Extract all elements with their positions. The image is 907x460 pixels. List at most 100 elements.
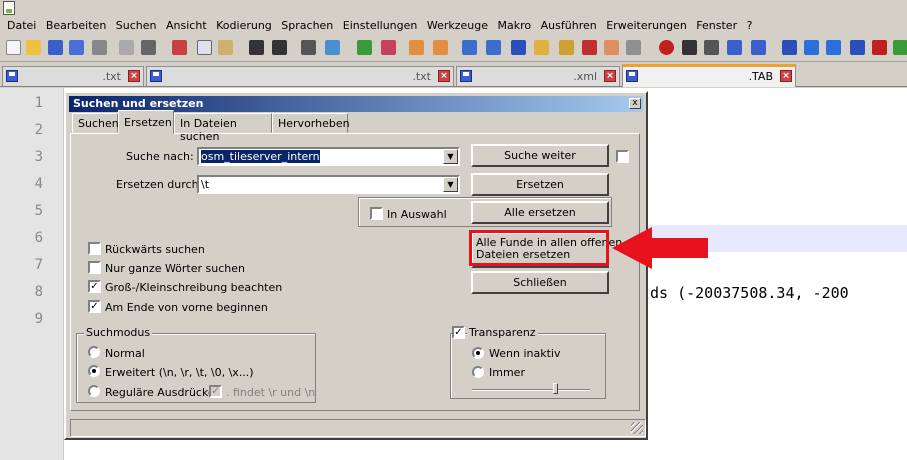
menu-einstellungen[interactable]: Einstellungen — [340, 17, 421, 34]
code-text: ds (-20037508.34, -200 — [650, 284, 849, 302]
menu-bearbeiten[interactable]: Bearbeiten — [43, 17, 109, 34]
search-mode-normal-radio[interactable] — [88, 346, 100, 358]
find-next-button[interactable]: Suche weiter — [471, 144, 609, 167]
zoom-in-icon[interactable] — [357, 40, 372, 55]
transparency-slider-thumb[interactable] — [553, 383, 558, 394]
close-button[interactable]: Schließen — [471, 271, 609, 294]
menu-erweiterungen[interactable]: Erweiterungen — [603, 17, 690, 34]
transparency-title: Transparenz — [467, 326, 538, 339]
menu-suchen[interactable]: Suchen — [113, 17, 160, 34]
document-tab-bar: .txt × .txt × .xml × .TAB × — [0, 62, 907, 87]
stop-macro-icon[interactable] — [682, 40, 697, 55]
tab-hervorheben[interactable]: Hervorheben — [272, 113, 350, 133]
undo-icon[interactable] — [249, 40, 264, 55]
word-wrap-icon[interactable] — [462, 40, 477, 55]
annotation-arrow-shape — [612, 227, 708, 269]
match-case-checkbox[interactable]: ✓ — [88, 280, 101, 293]
replace-combobox[interactable]: \t ▼ — [197, 175, 460, 194]
save-all-icon[interactable] — [69, 40, 84, 55]
menu-ansicht[interactable]: Ansicht — [163, 17, 210, 34]
copy-icon[interactable] — [197, 40, 212, 55]
open-file-icon[interactable] — [26, 40, 41, 55]
dialog-close-icon[interactable]: x — [629, 98, 641, 109]
search-mode-regex-radio[interactable] — [88, 385, 100, 397]
search-mode-regex-label: Reguläre Ausdrücke — [105, 386, 215, 399]
collapse-icon[interactable] — [850, 40, 865, 55]
whole-word-checkbox[interactable] — [88, 261, 101, 274]
show-all-chars-icon[interactable] — [486, 40, 501, 55]
save-macro-icon[interactable] — [751, 40, 766, 55]
menu-sprachen[interactable]: Sprachen — [278, 17, 336, 34]
dot-matches-newline-checkbox[interactable]: ✓ — [209, 385, 222, 398]
auto-spell-icon[interactable] — [893, 40, 907, 55]
indent-guide-icon[interactable] — [511, 40, 526, 55]
document-tab-2[interactable]: .txt × — [146, 66, 454, 86]
chevron-down-icon[interactable]: ▼ — [443, 177, 458, 192]
transparency-inactive-radio[interactable] — [472, 347, 484, 359]
menu-ausfuehren[interactable]: Ausführen — [538, 17, 600, 34]
move-down-icon[interactable] — [826, 40, 841, 55]
replace-icon[interactable] — [325, 40, 340, 55]
record-macro-icon[interactable] — [659, 40, 674, 55]
zoom-out-icon[interactable] — [381, 40, 396, 55]
find-next-option-checkbox[interactable] — [616, 150, 629, 163]
find-combobox[interactable]: osm_tileserver_intern ▼ — [197, 147, 460, 166]
line-number: 1 — [34, 95, 43, 111]
spell-check-icon[interactable] — [872, 40, 887, 55]
replace-all-button[interactable]: Alle ersetzen — [471, 201, 609, 224]
lang-define-icon[interactable] — [534, 40, 549, 55]
close-tab-icon[interactable]: × — [780, 70, 792, 82]
menu-fenster[interactable]: Fenster — [693, 17, 740, 34]
line-number: 9 — [34, 311, 43, 327]
in-selection-checkbox[interactable] — [370, 207, 383, 220]
tab-suchen[interactable]: Suchen — [72, 113, 119, 133]
tab-ersetzen[interactable]: Ersetzen — [118, 110, 174, 134]
close-file-icon[interactable] — [92, 40, 107, 55]
document-tab-1[interactable]: .txt × — [2, 66, 144, 86]
function-list-icon[interactable] — [582, 40, 597, 55]
play-macro-icon[interactable] — [704, 40, 719, 55]
menu-datei[interactable]: Datei — [4, 17, 39, 34]
search-mode-title: Suchmodus — [84, 326, 153, 339]
sort-icon[interactable] — [782, 40, 797, 55]
backward-search-checkbox[interactable] — [88, 242, 101, 255]
whole-word-label: Nur ganze Wörter suchen — [105, 262, 245, 275]
tab-name: .xml — [573, 70, 597, 83]
dialog-title: Suchen und ersetzen — [73, 97, 204, 110]
doc-map-icon[interactable] — [559, 40, 574, 55]
menu-werkzeuge[interactable]: Werkzeuge — [424, 17, 491, 34]
document-tab-4-active[interactable]: .TAB × — [622, 64, 796, 87]
close-tab-icon[interactable]: × — [438, 70, 450, 82]
menu-makro[interactable]: Makro — [495, 17, 535, 34]
document-tab-3[interactable]: .xml × — [456, 66, 620, 86]
cut-icon[interactable] — [172, 40, 187, 55]
monitoring-icon[interactable] — [626, 40, 641, 55]
chevron-down-icon[interactable]: ▼ — [443, 149, 458, 164]
transparency-always-radio[interactable] — [472, 366, 484, 378]
close-tab-icon[interactable]: × — [128, 70, 140, 82]
close-all-icon[interactable] — [119, 40, 134, 55]
transparency-always-label: Immer — [489, 366, 525, 379]
new-file-icon[interactable] — [6, 40, 21, 55]
search-mode-extended-radio[interactable] — [88, 365, 100, 377]
folder-workspace-icon[interactable] — [604, 40, 619, 55]
save-icon[interactable] — [48, 40, 63, 55]
saved-file-icon — [6, 70, 18, 82]
print-icon[interactable] — [141, 40, 156, 55]
transparency-checkbox[interactable]: ✓ — [452, 326, 465, 339]
tab-in-dateien-suchen[interactable]: In Dateien suchen — [174, 113, 272, 143]
move-up-icon[interactable] — [804, 40, 819, 55]
run-macro-multiple-icon[interactable] — [727, 40, 742, 55]
menu-help[interactable]: ? — [744, 17, 756, 34]
wrap-around-checkbox[interactable]: ✓ — [88, 300, 101, 313]
resize-grip-icon[interactable] — [631, 422, 643, 434]
menu-kodierung[interactable]: Kodierung — [213, 17, 275, 34]
close-tab-icon[interactable]: × — [604, 70, 616, 82]
sync-vertical-icon[interactable] — [409, 40, 424, 55]
sync-horizontal-icon[interactable] — [433, 40, 448, 55]
find-icon[interactable] — [301, 40, 316, 55]
redo-icon[interactable] — [272, 40, 287, 55]
transparency-slider-track[interactable] — [472, 389, 590, 391]
replace-button[interactable]: Ersetzen — [471, 173, 609, 196]
paste-icon[interactable] — [218, 40, 233, 55]
